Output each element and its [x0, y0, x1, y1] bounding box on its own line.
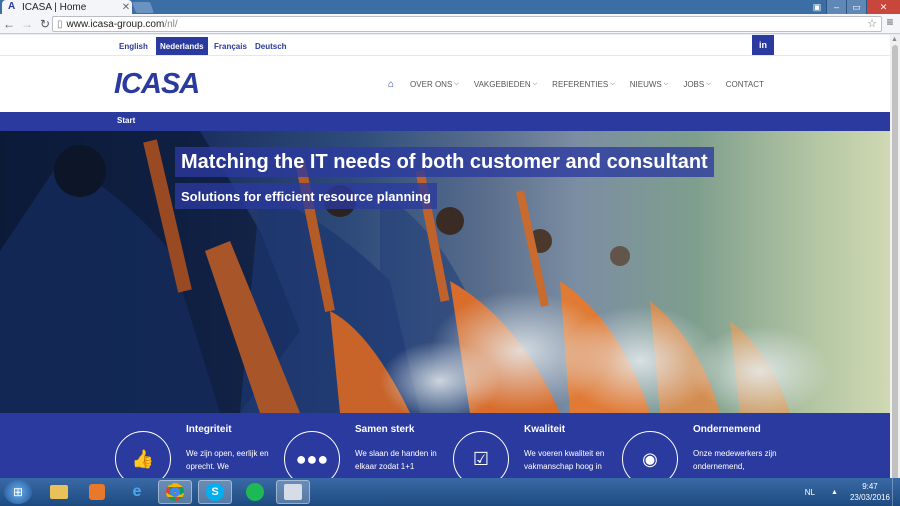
address-bar[interactable]: ▯ www.icasa-group.com/nl/ ☆ [52, 16, 882, 32]
value-samen-sterk: ●●● Samen sterk We slaan de handen in el… [284, 413, 454, 478]
start-button[interactable]: ⊞ [4, 480, 32, 504]
chevron-down-icon: ⌵ [706, 81, 711, 87]
icasa-a-icon: A [8, 1, 16, 12]
tab-title: ICASA | Home [22, 1, 87, 13]
value-kwaliteit: ☑ Kwaliteit We voeren kwaliteit en vakma… [453, 413, 623, 478]
url-host: www.icasa-group.com [66, 18, 165, 30]
nav-label: NIEUWS [629, 80, 662, 89]
nav-referenties[interactable]: REFERENTIES ⌵ [552, 80, 615, 89]
page-viewport: English Nederlands Français Deutsch in I… [0, 35, 890, 478]
clock[interactable]: 9:47 23/03/2016 [850, 481, 890, 503]
nav-label: REFERENTIES [552, 80, 609, 89]
lang-english[interactable]: English [115, 37, 152, 55]
internet-explorer-icon[interactable]: e [120, 480, 154, 504]
value-integriteit: 👍 Integriteit We zijn open, eerlijk en o… [115, 413, 285, 478]
lang-nederlands[interactable]: Nederlands [156, 37, 208, 55]
show-desktop-button[interactable] [892, 478, 900, 506]
clock-time: 9:47 [862, 482, 878, 491]
windows-taskbar: ⊞ e S NL ▲ 9:47 23/03/2016 [0, 478, 900, 506]
spotify-icon[interactable] [238, 480, 272, 504]
linkedin-icon[interactable]: in [752, 35, 774, 55]
nav-label: JOBS [683, 80, 705, 89]
system-tray: NL ▲ 9:47 23/03/2016 [805, 478, 890, 506]
value-text: We zijn open, eerlijk en oprecht. We [186, 449, 269, 471]
file-explorer-icon[interactable] [42, 480, 76, 504]
value-title: Samen sterk [355, 424, 415, 435]
page-scrollbar[interactable]: ▲ [890, 35, 900, 485]
browser-tabstrip: A ICASA | Home ✕ ▣ – ▭ ✕ [0, 0, 900, 14]
chrome-menu-icon[interactable]: ≡ [883, 15, 897, 33]
site-header: ICASA ⌂ OVER ONS ⌵ VAKGEBIEDEN ⌵ REFERENTI… [0, 55, 890, 112]
nav-vakgebieden[interactable]: VAKGEBIEDEN ⌵ [474, 80, 537, 89]
main-nav: ⌂ OVER ONS ⌵ VAKGEBIEDEN ⌵ REFERENTIES ⌵ NI… [388, 79, 779, 90]
value-title: Kwaliteit [524, 424, 566, 435]
breadcrumb[interactable]: Start [117, 116, 135, 125]
url-path: /nl/ [164, 18, 178, 30]
nav-contact[interactable]: CONTACT [726, 80, 764, 89]
thumbs-up-icon: 👍 [115, 431, 171, 478]
chrome-icon[interactable] [158, 480, 192, 504]
scroll-thumb[interactable] [892, 45, 898, 485]
lang-deutsch[interactable]: Deutsch [251, 37, 291, 55]
breadcrumb-bar: Start [0, 112, 890, 131]
nav-label: OVER ONS [410, 80, 453, 89]
minimize-button[interactable]: – [826, 0, 846, 14]
scroll-up-arrow-icon[interactable]: ▲ [891, 36, 898, 43]
value-ondernemend: ◉ Ondernemend Onze medewerkers zijn onde… [622, 413, 792, 478]
nav-label: CONTACT [725, 80, 764, 89]
close-window-button[interactable]: ✕ [866, 0, 900, 14]
chevron-down-icon: ⌵ [454, 81, 459, 87]
clock-date: 23/03/2016 [849, 493, 890, 502]
skype-icon[interactable]: S [198, 480, 232, 504]
page-icon: ▯ [57, 18, 63, 30]
nav-nieuws[interactable]: NIEUWS ⌵ [630, 80, 669, 89]
hero-banner: Matching the IT needs of both customer a… [0, 131, 890, 413]
media-player-icon[interactable] [80, 480, 114, 504]
nav-over-ons[interactable]: OVER ONS ⌵ [410, 80, 459, 89]
value-text: We voeren kwaliteit en vakmanschap hoog … [524, 449, 605, 471]
team-icon: ●●● [284, 431, 340, 478]
nav-label: VAKGEBIEDEN [473, 80, 531, 89]
lang-francais[interactable]: Français [210, 37, 251, 55]
nav-jobs[interactable]: JOBS ⌵ [683, 80, 710, 89]
value-title: Integriteit [186, 424, 232, 435]
language-bar: English Nederlands Français Deutsch in [0, 35, 890, 55]
browser-tab[interactable]: A ICASA | Home ✕ [2, 0, 132, 14]
network-app-icon[interactable] [276, 480, 310, 504]
input-language[interactable]: NL [805, 488, 815, 497]
close-tab-icon[interactable]: ✕ [120, 2, 132, 13]
bookmark-star-icon[interactable]: ☆ [867, 17, 877, 30]
value-text: Onze medewerkers zijn ondernemend, [693, 449, 777, 471]
hero-headline: Matching the IT needs of both customer a… [175, 147, 714, 177]
window-controls: ▣ – ▭ ✕ [808, 0, 900, 14]
chevron-down-icon: ⌵ [663, 81, 669, 87]
show-hidden-icons-icon[interactable]: ▲ [831, 489, 838, 496]
home-icon[interactable]: ⌂ [388, 79, 394, 90]
user-icon[interactable]: ▣ [808, 0, 826, 14]
chevron-down-icon: ⌵ [610, 81, 615, 87]
values-band: 👍 Integriteit We zijn open, eerlijk en o… [0, 413, 890, 478]
value-text: We slaan de handen in elkaar zodat 1+1 [355, 449, 437, 471]
chevron-down-icon: ⌵ [532, 81, 538, 87]
checkbox-icon: ☑ [453, 431, 509, 478]
value-title: Ondernemend [693, 424, 761, 435]
hero-subheadline: Solutions for efficient resource plannin… [175, 183, 437, 209]
globe-icon: ◉ [622, 431, 678, 478]
back-button[interactable]: ← [0, 15, 18, 33]
icasa-logo[interactable]: ICASA [114, 68, 200, 101]
maximize-button[interactable]: ▭ [846, 0, 866, 14]
forward-button[interactable]: → [18, 15, 36, 33]
new-tab-button[interactable] [131, 2, 155, 13]
browser-toolbar: ← → ↻ ▯ www.icasa-group.com/nl/ ☆ ≡ [0, 14, 900, 34]
